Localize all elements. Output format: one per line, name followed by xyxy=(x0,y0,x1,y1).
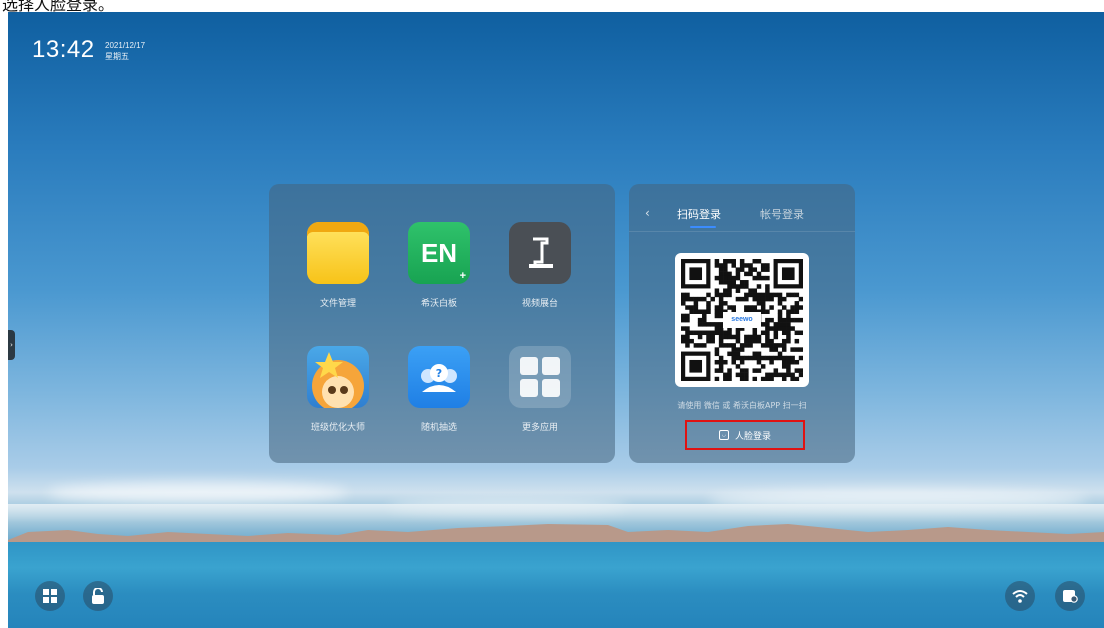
tab-divider xyxy=(629,231,855,232)
app-seewo-whiteboard[interactable]: EN + 希沃白板 xyxy=(389,222,489,309)
scan-hint: 请使用 微信 或 希沃白板APP 扫一扫 xyxy=(677,401,807,410)
clock-widget: 13:42 2021/12/17 星期五 xyxy=(32,36,145,64)
face-login-button[interactable]: ◡ 人脸登录 xyxy=(685,420,805,450)
unlock-icon xyxy=(92,588,104,604)
cloud xyxy=(48,482,348,504)
app-label: 视频展台 xyxy=(521,299,558,309)
side-drawer-handle[interactable]: › xyxy=(8,330,15,360)
app-label: 随机抽选 xyxy=(420,423,457,433)
app-file-manager[interactable]: 文件管理 xyxy=(288,222,388,309)
app-label: 更多应用 xyxy=(521,423,558,433)
wifi-icon xyxy=(1012,590,1028,603)
unlock-button[interactable] xyxy=(83,581,113,611)
app-label: 文件管理 xyxy=(319,299,356,309)
tab-qr-login[interactable]: 扫码登录 xyxy=(677,206,721,222)
folder-icon xyxy=(307,222,369,284)
windows-start-button[interactable] xyxy=(35,581,65,611)
tab-account-login[interactable]: 帐号登录 xyxy=(760,206,804,222)
seewo-whiteboard-icon: EN + xyxy=(408,222,470,284)
random-pick-icon: ? xyxy=(408,346,470,408)
app-video-booth[interactable]: 视频展台 xyxy=(490,222,590,309)
document-camera-icon xyxy=(509,222,571,284)
clock-weekday: 星期五 xyxy=(105,52,130,61)
app-class-optimizer[interactable]: 班级优化大师 xyxy=(288,346,388,433)
qr-brand-logo: seewo xyxy=(723,312,761,328)
device-settings-icon xyxy=(1063,590,1078,603)
active-tab-indicator xyxy=(690,226,716,228)
wifi-button[interactable] xyxy=(1005,581,1035,611)
login-panel: ‹ 扫码登录 帐号登录 seewo 请使用 微信 或 希沃白板APP 扫一扫 ◡… xyxy=(629,184,855,463)
app-label: 班级优化大师 xyxy=(310,423,365,433)
class-optimizer-icon xyxy=(307,346,369,408)
clock-time: 13:42 xyxy=(32,36,95,63)
grid-icon xyxy=(509,346,571,408)
back-chevron-icon[interactable]: ‹ xyxy=(645,206,650,220)
lake-water xyxy=(8,542,1104,628)
app-more-apps[interactable]: 更多应用 xyxy=(490,346,590,433)
app-random-pick[interactable]: ? 随机抽选 xyxy=(389,346,489,433)
svg-text:?: ? xyxy=(436,367,442,380)
apps-panel: 文件管理 EN + 希沃白板 视频展台 班级优化大师 ? 随机抽选 更多应用 xyxy=(269,184,615,463)
windows-icon xyxy=(43,589,57,603)
face-scan-icon: ◡ xyxy=(718,430,729,440)
app-label: 希沃白板 xyxy=(420,299,457,309)
face-login-label: 人脸登录 xyxy=(734,431,771,442)
device-settings-button[interactable] xyxy=(1055,581,1085,611)
desktop-screen: 13:42 2021/12/17 星期五 › 文件管理 EN + 希沃白板 视频展… xyxy=(8,12,1104,628)
clock-date: 2021/12/17 xyxy=(105,41,146,50)
login-qr-code: seewo xyxy=(675,253,809,387)
